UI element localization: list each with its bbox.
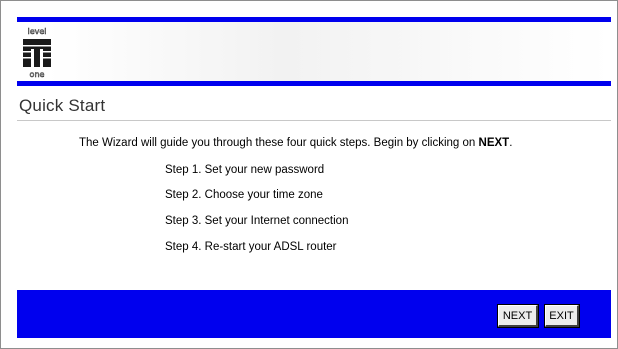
step-1: Step 1. Set your new password — [165, 164, 325, 176]
intro-text: The Wizard will guide you through these … — [79, 137, 512, 149]
intro-emphasis: NEXT — [478, 137, 510, 149]
header-banner — [17, 22, 611, 81]
level-one-logo: level one — [23, 27, 51, 78]
intro-text-after: . — [509, 137, 513, 149]
exit-button[interactable]: EXIT — [544, 304, 580, 328]
logo-bottom-text: one — [30, 70, 45, 78]
intro-text-before: The Wizard will guide you through these … — [79, 137, 479, 149]
logo-top-text: level — [27, 27, 46, 36]
step-2: Step 2. Choose your time zone — [165, 189, 323, 201]
page-title: Quick Start — [19, 96, 106, 115]
step-4: Step 4. Re-start your ADSL router — [165, 241, 337, 253]
wizard-window: level one Quick Start The Wizard will gu… — [0, 0, 618, 349]
step-3: Step 3. Set your Internet connection — [165, 215, 349, 227]
next-button[interactable]: NEXT — [497, 304, 539, 328]
header-bottom-rule — [17, 81, 611, 86]
title-divider — [17, 120, 611, 121]
